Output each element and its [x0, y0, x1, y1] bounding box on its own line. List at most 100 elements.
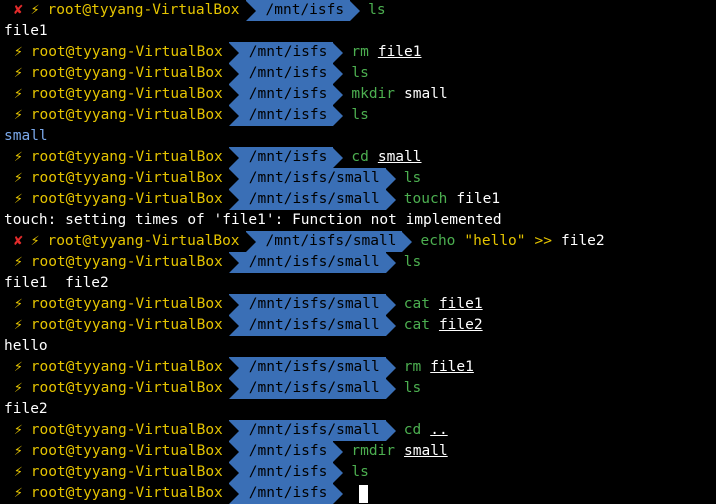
output-line: file2 [0, 399, 48, 420]
prompt-line: ⚡ root@tyyang-VirtualBox/mnt/isfs rmdir sma… [0, 441, 448, 462]
command-arg: file2 [560, 233, 605, 249]
lightning-bolt-icon: ⚡ [30, 233, 40, 249]
command-input[interactable]: ls [404, 168, 421, 189]
user-host: root@tyyang-VirtualBox [30, 44, 223, 60]
segment-separator [228, 294, 239, 315]
text-cursor [359, 484, 369, 503]
user-host: root@tyyang-VirtualBox [30, 149, 223, 165]
command-input[interactable]: cat file1 [404, 294, 483, 315]
command-output: touch: setting times of 'file1': Functio… [4, 212, 502, 228]
prompt-context: ⚡ root@tyyang-VirtualBox [0, 63, 229, 84]
segment-separator [228, 420, 239, 441]
command-name: ls [403, 254, 422, 270]
command-path-arg: small [404, 443, 448, 459]
current-directory: /mnt/isfs [228, 63, 334, 84]
command-output: file1 [4, 23, 48, 39]
segment-separator [228, 315, 239, 336]
segment-separator [402, 231, 413, 252]
current-directory: /mnt/isfs/small [228, 420, 386, 441]
command-input[interactable]: ls [368, 0, 385, 21]
segment-separator [228, 105, 239, 126]
command-name: touch [403, 191, 448, 207]
command-path-arg: file2 [438, 317, 483, 333]
lightning-bolt-icon: ⚡ [14, 422, 23, 438]
lightning-bolt-icon: ⚡ [14, 443, 23, 459]
prompt-context: ⚡ root@tyyang-VirtualBox [0, 378, 229, 399]
prompt-context: ⚡ root@tyyang-VirtualBox [0, 483, 229, 504]
current-directory: /mnt/isfs/small [245, 231, 403, 252]
current-directory: /mnt/isfs [228, 84, 334, 105]
command-input[interactable]: mkdir small [351, 84, 447, 105]
command-name: ls [351, 65, 369, 81]
lightning-bolt-icon: ⚡ [14, 317, 23, 333]
command-input[interactable]: ls [404, 252, 421, 273]
command-arg: file1 [456, 191, 501, 207]
command-output: hello [4, 338, 48, 354]
user-host: root@tyyang-VirtualBox [30, 191, 223, 207]
prompt-line: ⚡ root@tyyang-VirtualBox/mnt/isfs/small ca… [0, 315, 483, 336]
command-input[interactable]: ls [351, 105, 368, 126]
command-input[interactable] [351, 483, 369, 504]
lightning-bolt-icon: ⚡ [14, 65, 23, 81]
command-output: file1 file2 [4, 275, 109, 291]
command-input[interactable]: ls [404, 378, 421, 399]
segment-separator [385, 168, 396, 189]
user-host: root@tyyang-VirtualBox [30, 359, 223, 375]
error-x-icon: ✘ [14, 233, 23, 249]
command-path-arg: .. [430, 422, 448, 438]
segment-separator [228, 168, 239, 189]
command-input[interactable]: cat file2 [404, 315, 483, 336]
terminal-window[interactable]: ✘ ⚡ root@tyyang-VirtualBox/mnt/isfs ls file1… [0, 0, 716, 504]
segment-separator [228, 84, 239, 105]
prompt-context: ⚡ root@tyyang-VirtualBox [0, 84, 229, 105]
current-directory: /mnt/isfs/small [228, 252, 386, 273]
prompt-context: ⚡ root@tyyang-VirtualBox [0, 357, 229, 378]
command-arg: small [404, 86, 448, 102]
segment-separator [228, 483, 239, 504]
segment-separator [333, 42, 344, 63]
user-host: root@tyyang-VirtualBox [30, 380, 223, 396]
command-input[interactable]: cd.. [404, 420, 448, 441]
segment-separator [385, 315, 396, 336]
current-directory: /mnt/isfs [228, 42, 334, 63]
prompt-line: ⚡ root@tyyang-VirtualBox/mnt/isfs/small cd… [0, 420, 448, 441]
prompt-line: ⚡ root@tyyang-VirtualBox/mnt/isfs/small ls [0, 378, 421, 399]
user-host: root@tyyang-VirtualBox [30, 86, 223, 102]
segment-separator [228, 63, 239, 84]
current-directory: /mnt/isfs [228, 483, 334, 504]
command-input[interactable]: ls [351, 63, 368, 84]
prompt-context: ⚡ root@tyyang-VirtualBox [0, 147, 229, 168]
user-host: root@tyyang-VirtualBox [30, 317, 223, 333]
lightning-bolt-icon: ⚡ [14, 170, 23, 186]
current-directory: /mnt/isfs [228, 105, 334, 126]
command-string-arg: "hello" [464, 233, 526, 249]
command-path-arg: small [377, 149, 422, 165]
command-input[interactable]: cd small [351, 147, 421, 168]
current-directory: /mnt/isfs/small [228, 168, 386, 189]
command-name: ls [403, 380, 422, 396]
current-directory: /mnt/isfs [228, 147, 334, 168]
command-input[interactable]: ls [351, 462, 368, 483]
command-output: file2 [4, 401, 48, 417]
segment-separator [228, 147, 239, 168]
segment-separator [385, 420, 396, 441]
command-input[interactable]: touch file1 [404, 189, 500, 210]
prompt-context: ⚡ root@tyyang-VirtualBox [0, 315, 229, 336]
command-input[interactable]: rmdir small [351, 441, 447, 462]
current-directory: /mnt/isfs [228, 462, 334, 483]
prompt-context: ⚡ root@tyyang-VirtualBox [0, 294, 229, 315]
output-line: file1 [0, 21, 48, 42]
command-input[interactable]: echo "hello" >> file2 [420, 231, 604, 252]
prompt-line: ⚡ root@tyyang-VirtualBox/mnt/isfs ls [0, 105, 369, 126]
user-host: root@tyyang-VirtualBox [30, 296, 223, 312]
command-name: ls [403, 170, 422, 186]
prompt-context: ⚡ root@tyyang-VirtualBox [0, 105, 229, 126]
prompt-line: ⚡ root@tyyang-VirtualBox/mnt/isfs rm file1 [0, 42, 422, 63]
lightning-bolt-icon: ⚡ [14, 485, 23, 501]
command-name: ls [351, 464, 369, 480]
prompt-line: ✘ ⚡ root@tyyang-VirtualBox/mnt/isfs ls [0, 0, 386, 21]
lightning-bolt-icon: ⚡ [14, 149, 23, 165]
command-input[interactable]: rm file1 [404, 357, 474, 378]
command-input[interactable]: rm file1 [351, 42, 421, 63]
command-name: cd [403, 422, 422, 438]
